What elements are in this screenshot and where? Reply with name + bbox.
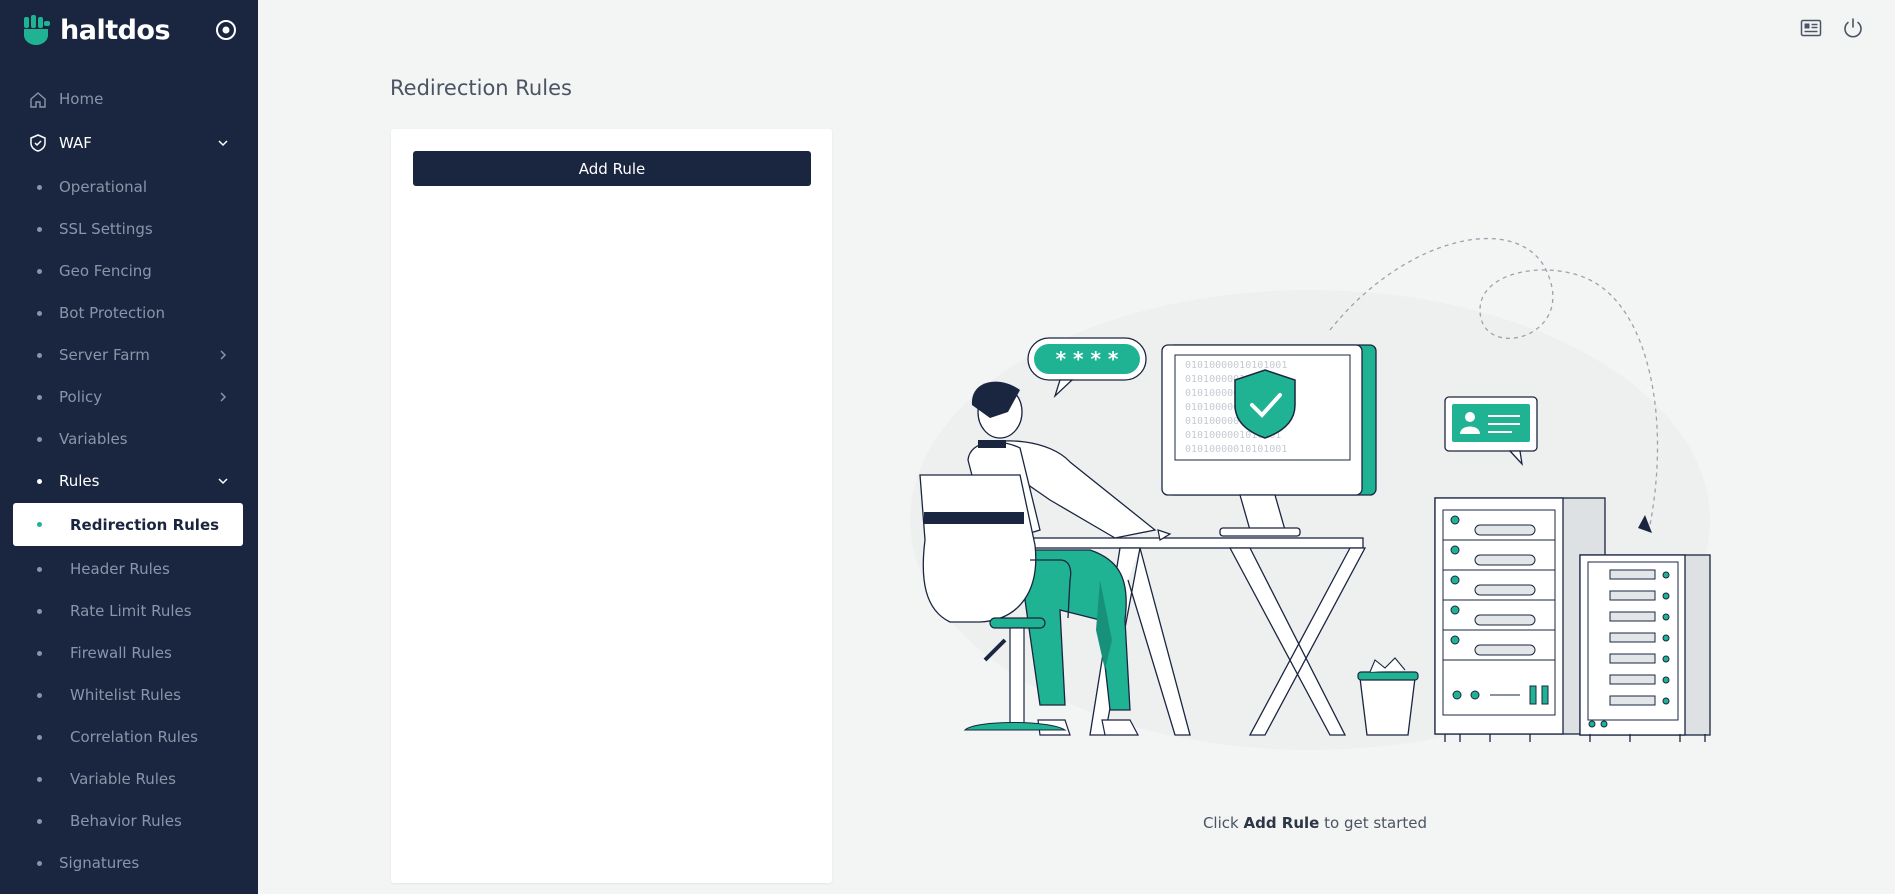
sidebar-item-label: Header Rules: [70, 560, 170, 578]
sidebar-item-label: Firewall Rules: [70, 644, 172, 662]
sidebar-item-label: Redirection Rules: [70, 515, 220, 534]
bullet-icon: [37, 311, 42, 316]
hint-suffix: to get started: [1324, 814, 1428, 832]
bullet-icon: [37, 693, 42, 698]
sidebar-item-label: Correlation Rules: [70, 728, 198, 746]
bullet-icon: [37, 227, 42, 232]
sidebar-item-variable-rules[interactable]: Variable Rules: [0, 758, 258, 800]
sidebar-item-ssl-settings[interactable]: SSL Settings: [0, 208, 258, 250]
sidebar-item-label: Signatures: [59, 854, 140, 872]
sidebar-item-home[interactable]: Home: [0, 78, 258, 120]
chevron-right-icon: [220, 350, 227, 360]
sidebar-item-label: WAF: [59, 134, 92, 152]
rules-list-card: Add Rule: [391, 129, 832, 883]
bullet-icon: [37, 395, 42, 400]
sidebar-item-label: Rate Limit Rules: [70, 602, 192, 620]
brand-name: haltdos: [60, 14, 171, 46]
sidebar-item-label: Bot Protection: [59, 304, 166, 322]
home-icon: [30, 92, 46, 108]
page-title: Redirection Rules: [390, 76, 572, 100]
sidebar-item-label: Server Farm: [59, 346, 150, 364]
newspaper-icon: [1800, 19, 1822, 37]
sidebar-item-label: Geo Fencing: [59, 262, 152, 280]
bullet-icon: [37, 819, 42, 824]
sidebar-item-behavior-rules[interactable]: Behavior Rules: [0, 800, 258, 842]
chevron-right-icon: [220, 392, 227, 402]
sidebar-item-variables[interactable]: Variables: [0, 418, 258, 460]
bullet-icon: [37, 735, 42, 740]
sidebar: haltdos Home WAF Operational SSL Setting…: [0, 0, 258, 894]
empty-state-illustration: 01010000010101001 0101000001010001 01010…: [910, 237, 1711, 750]
sidebar-item-label: Variables: [59, 430, 128, 448]
sidebar-item-label: Operational: [59, 178, 148, 196]
bullet-icon: [37, 861, 42, 866]
binary-text: 01010000010101001: [1185, 444, 1287, 455]
sidebar-item-redirection-rules[interactable]: Redirection Rules: [13, 503, 243, 546]
news-button[interactable]: [1799, 16, 1823, 40]
sidebar-nav: Home WAF Operational SSL Settings Geo Fe…: [0, 78, 258, 884]
sidebar-item-correlation-rules[interactable]: Correlation Rules: [0, 716, 258, 758]
server-slots: [1442, 509, 1556, 716]
sidebar-item-bot-protection[interactable]: Bot Protection: [0, 292, 258, 334]
target-icon: [216, 20, 236, 40]
sidebar-item-label: Variable Rules: [70, 770, 176, 788]
sidebar-item-geo-fencing[interactable]: Geo Fencing: [0, 250, 258, 292]
binary-text: 01010000010101001: [1185, 360, 1287, 371]
bullet-icon: [37, 353, 42, 358]
bullet-icon: [37, 567, 42, 572]
haltdos-logo-icon: [24, 15, 50, 45]
shield-check-icon: [30, 134, 46, 152]
sidebar-item-firewall-rules[interactable]: Firewall Rules: [0, 632, 258, 674]
empty-state-hint: Click Add Rule to get started: [1100, 814, 1530, 832]
sidebar-item-server-farm[interactable]: Server Farm: [0, 334, 258, 376]
sidebar-item-label: Policy: [59, 388, 103, 406]
bullet-icon: [37, 651, 42, 656]
sidebar-item-label: Behavior Rules: [70, 812, 182, 830]
bullet-icon: [37, 479, 42, 484]
hint-add-rule-emphasis: Add Rule: [1243, 814, 1320, 832]
power-icon: [1844, 18, 1862, 38]
bullet-icon: [37, 269, 42, 274]
bullet-icon: [37, 777, 42, 782]
sidebar-item-header-rules[interactable]: Header Rules: [0, 548, 258, 590]
bullet-icon: [37, 609, 42, 614]
sidebar-item-label: SSL Settings: [59, 220, 153, 238]
chevron-down-icon: [218, 478, 228, 485]
sidebar-item-operational[interactable]: Operational: [0, 166, 258, 208]
logout-button[interactable]: [1841, 16, 1865, 40]
chevron-down-icon: [218, 140, 228, 147]
sidebar-item-signatures[interactable]: Signatures: [0, 842, 258, 884]
sidebar-item-rate-limit-rules[interactable]: Rate Limit Rules: [0, 590, 258, 632]
sidebar-item-label: Home: [59, 90, 104, 108]
sidebar-item-label: Whitelist Rules: [70, 686, 181, 704]
hint-prefix: Click: [1202, 814, 1239, 832]
sidebar-item-rules[interactable]: Rules: [0, 460, 258, 502]
brand-logo[interactable]: haltdos: [22, 14, 171, 46]
sidebar-item-label: Rules: [59, 472, 100, 490]
sidebar-item-policy[interactable]: Policy: [0, 376, 258, 418]
password-mask-text: * * * *: [1056, 347, 1119, 371]
bullet-icon: [37, 437, 42, 442]
sidebar-item-waf[interactable]: WAF: [0, 120, 258, 166]
bullet-icon: [37, 185, 42, 190]
bullet-icon: [37, 522, 42, 527]
add-rule-button[interactable]: Add Rule: [413, 151, 811, 186]
sidebar-item-whitelist-rules[interactable]: Whitelist Rules: [0, 674, 258, 716]
settings-button[interactable]: [214, 18, 238, 42]
